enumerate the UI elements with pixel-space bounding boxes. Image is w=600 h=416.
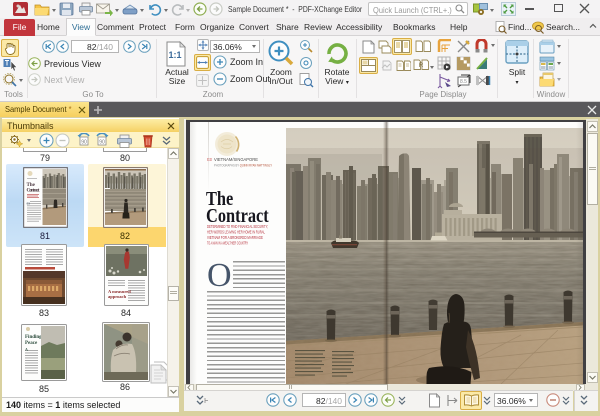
svg-text:A: A xyxy=(25,347,28,352)
svg-text:TO A MAN IN A WEALTHIER COUNTR: TO A MAN IN A WEALTHIER COUNTRY xyxy=(207,241,248,246)
svg-text:8.5: 8.5 xyxy=(460,79,467,85)
svg-text:VIETNAM/SINGAPORE: VIETNAM/SINGAPORE xyxy=(214,157,258,162)
svg-text:approach: approach xyxy=(108,294,127,299)
svg-text:90: 90 xyxy=(99,140,105,146)
svg-text:90: 90 xyxy=(81,140,87,146)
svg-text:HER WORDS LEAVING HER HOME IN: HER WORDS LEAVING HER HOME IN RURAL xyxy=(207,230,265,235)
svg-text:Peace: Peace xyxy=(25,341,38,346)
svg-text:VIETNAM FOR A BROKERED MARRIAG: VIETNAM FOR A BROKERED MARRIAGE xyxy=(207,235,263,240)
svg-text:DETERMINED TO FIND FINANCIAL S: DETERMINED TO FIND FINANCIAL SECURITY, xyxy=(207,224,268,229)
svg-text:R: R xyxy=(419,63,424,69)
svg-text:O: O xyxy=(207,257,232,294)
svg-text:1:1: 1:1 xyxy=(168,50,181,60)
svg-text:The: The xyxy=(27,183,36,188)
svg-text:Contract: Contract xyxy=(27,189,40,194)
svg-text:Finding: Finding xyxy=(25,335,42,340)
svg-text:PHOTOGRAPHS BY QUINN RYAN MATT: PHOTOGRAPHS BY QUINN RYAN MATTINGLY xyxy=(214,163,272,168)
